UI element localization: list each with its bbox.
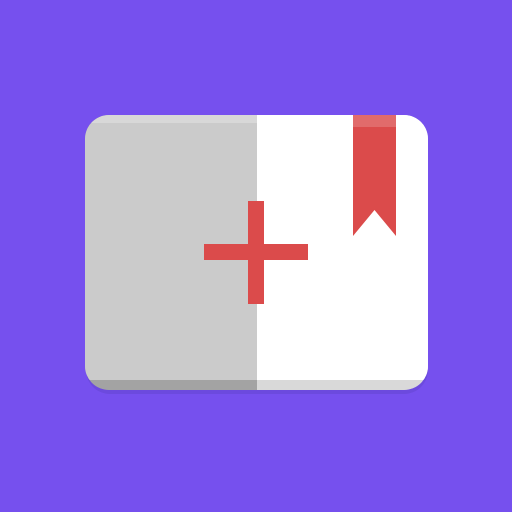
icon-background [0,0,512,512]
add-bookmark-app-icon[interactable] [0,0,512,512]
bookmark-highlight [353,115,396,127]
